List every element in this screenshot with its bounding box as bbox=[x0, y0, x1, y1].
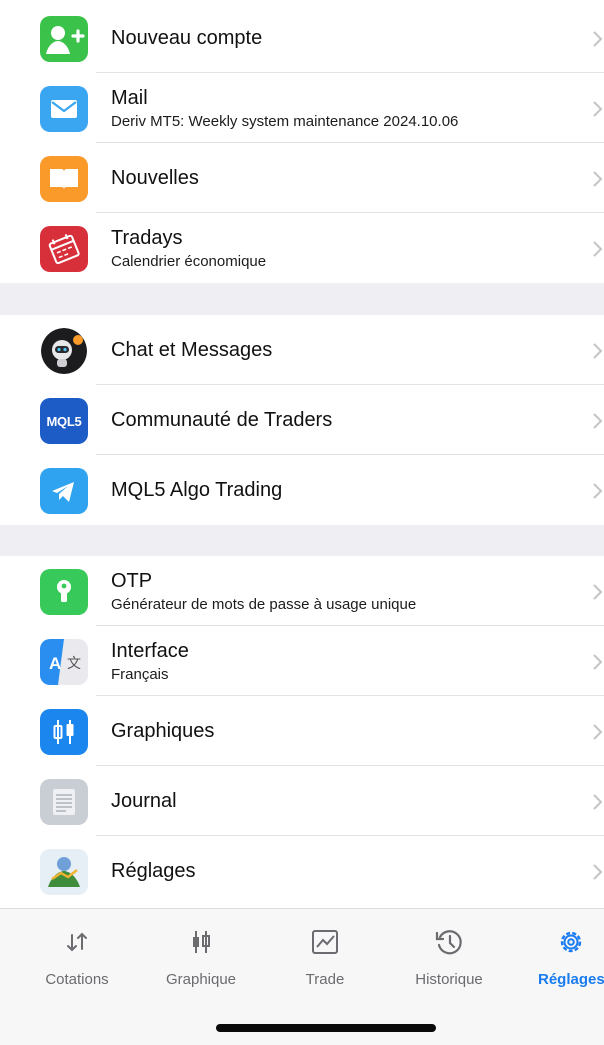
section-gap bbox=[0, 525, 604, 556]
menu-item-title: Tradays bbox=[111, 227, 183, 249]
key-icon bbox=[40, 569, 88, 615]
language-icon: A文 bbox=[40, 639, 88, 685]
arrows-updown-icon bbox=[67, 932, 87, 952]
chevron-right-icon bbox=[593, 584, 603, 600]
menu-item-community[interactable]: MQL5 Communauté de Traders bbox=[0, 385, 604, 455]
menu-item-otp[interactable]: OTP Générateur de mots de passe à usage … bbox=[0, 556, 604, 626]
chevron-right-icon bbox=[593, 864, 603, 880]
calendar-icon bbox=[40, 226, 88, 272]
menu-item-tradays[interactable]: Tradays Calendrier économique bbox=[0, 213, 604, 283]
tab-label: Cotations bbox=[45, 971, 109, 988]
chevron-right-icon bbox=[593, 654, 603, 670]
chevron-right-icon bbox=[593, 413, 603, 429]
menu-item-title: Réglages bbox=[111, 860, 196, 882]
home-indicator[interactable] bbox=[216, 1024, 436, 1032]
menu-item-subtitle: Calendrier économique bbox=[111, 253, 267, 270]
svg-text:文: 文 bbox=[67, 656, 81, 672]
menu-item-mail[interactable]: Mail Deriv MT5: Weekly system maintenanc… bbox=[0, 73, 604, 143]
telegram-icon bbox=[40, 468, 88, 514]
menu-item-chat[interactable]: Chat et Messages bbox=[0, 315, 604, 385]
candlestick-icon bbox=[193, 931, 210, 953]
history-icon bbox=[435, 930, 462, 955]
chevron-right-icon bbox=[593, 31, 603, 47]
menu-item-title: Interface bbox=[111, 640, 189, 662]
menu-item-settings[interactable]: Réglages bbox=[0, 836, 604, 906]
chevron-right-icon bbox=[593, 241, 603, 257]
metatrader-icon bbox=[40, 849, 88, 895]
section-gap bbox=[0, 283, 604, 315]
chevron-right-icon bbox=[593, 794, 603, 810]
menu-item-subtitle: Français bbox=[111, 666, 169, 683]
tab-trade[interactable]: Trade bbox=[270, 927, 380, 988]
tab-label: Historique bbox=[415, 971, 483, 988]
menu-item-title: Graphiques bbox=[111, 720, 215, 742]
menu-item-title: Nouveau compte bbox=[111, 27, 263, 49]
menu-item-title: Communauté de Traders bbox=[111, 409, 333, 431]
menu-item-title: Mail bbox=[111, 87, 148, 109]
menu-item-title: Chat et Messages bbox=[111, 339, 273, 361]
tab-quotes[interactable]: Cotations bbox=[22, 927, 132, 988]
journal-icon bbox=[40, 779, 88, 825]
menu-item-news[interactable]: Nouvelles bbox=[0, 143, 604, 213]
tab-settings[interactable]: Réglages bbox=[518, 927, 604, 988]
tab-chart[interactable]: Graphique bbox=[146, 927, 256, 988]
chevron-right-icon bbox=[593, 483, 603, 499]
chevron-right-icon bbox=[593, 101, 603, 117]
menu-item-journal[interactable]: Journal bbox=[0, 766, 604, 836]
robot-avatar-icon bbox=[41, 328, 87, 374]
tab-label: Réglages bbox=[538, 971, 604, 988]
chevron-right-icon bbox=[593, 343, 603, 359]
book-icon bbox=[40, 156, 88, 202]
chevron-right-icon bbox=[593, 724, 603, 740]
menu-item-new-account[interactable]: Nouveau compte bbox=[0, 3, 604, 73]
chevron-right-icon bbox=[593, 171, 603, 187]
menu-item-subtitle: Deriv MT5: Weekly system maintenance 202… bbox=[111, 113, 459, 130]
tab-history[interactable]: Historique bbox=[394, 927, 504, 988]
menu-item-title: OTP bbox=[111, 570, 153, 592]
add-account-icon bbox=[40, 16, 88, 62]
tab-label: Trade bbox=[305, 971, 345, 988]
mql5-logo-icon: MQL5 bbox=[40, 398, 88, 444]
menu-item-title: Nouvelles bbox=[111, 167, 199, 189]
menu-item-algo-trading[interactable]: MQL5 Algo Trading bbox=[0, 455, 604, 525]
menu-item-interface[interactable]: A文 Interface Français bbox=[0, 626, 604, 696]
tab-label: Graphique bbox=[165, 971, 237, 988]
trade-chart-icon bbox=[312, 930, 338, 954]
menu-item-title: Journal bbox=[111, 790, 177, 812]
mql5-logo-text: MQL5 bbox=[46, 413, 82, 429]
candlestick-icon bbox=[40, 709, 88, 755]
menu-item-charts[interactable]: Graphiques bbox=[0, 696, 604, 766]
menu-item-title: MQL5 Algo Trading bbox=[111, 479, 283, 501]
gear-icon bbox=[560, 931, 582, 953]
svg-text:A: A bbox=[49, 654, 61, 673]
menu-item-subtitle: Générateur de mots de passe à usage uniq… bbox=[111, 596, 417, 613]
mail-icon bbox=[40, 86, 88, 132]
